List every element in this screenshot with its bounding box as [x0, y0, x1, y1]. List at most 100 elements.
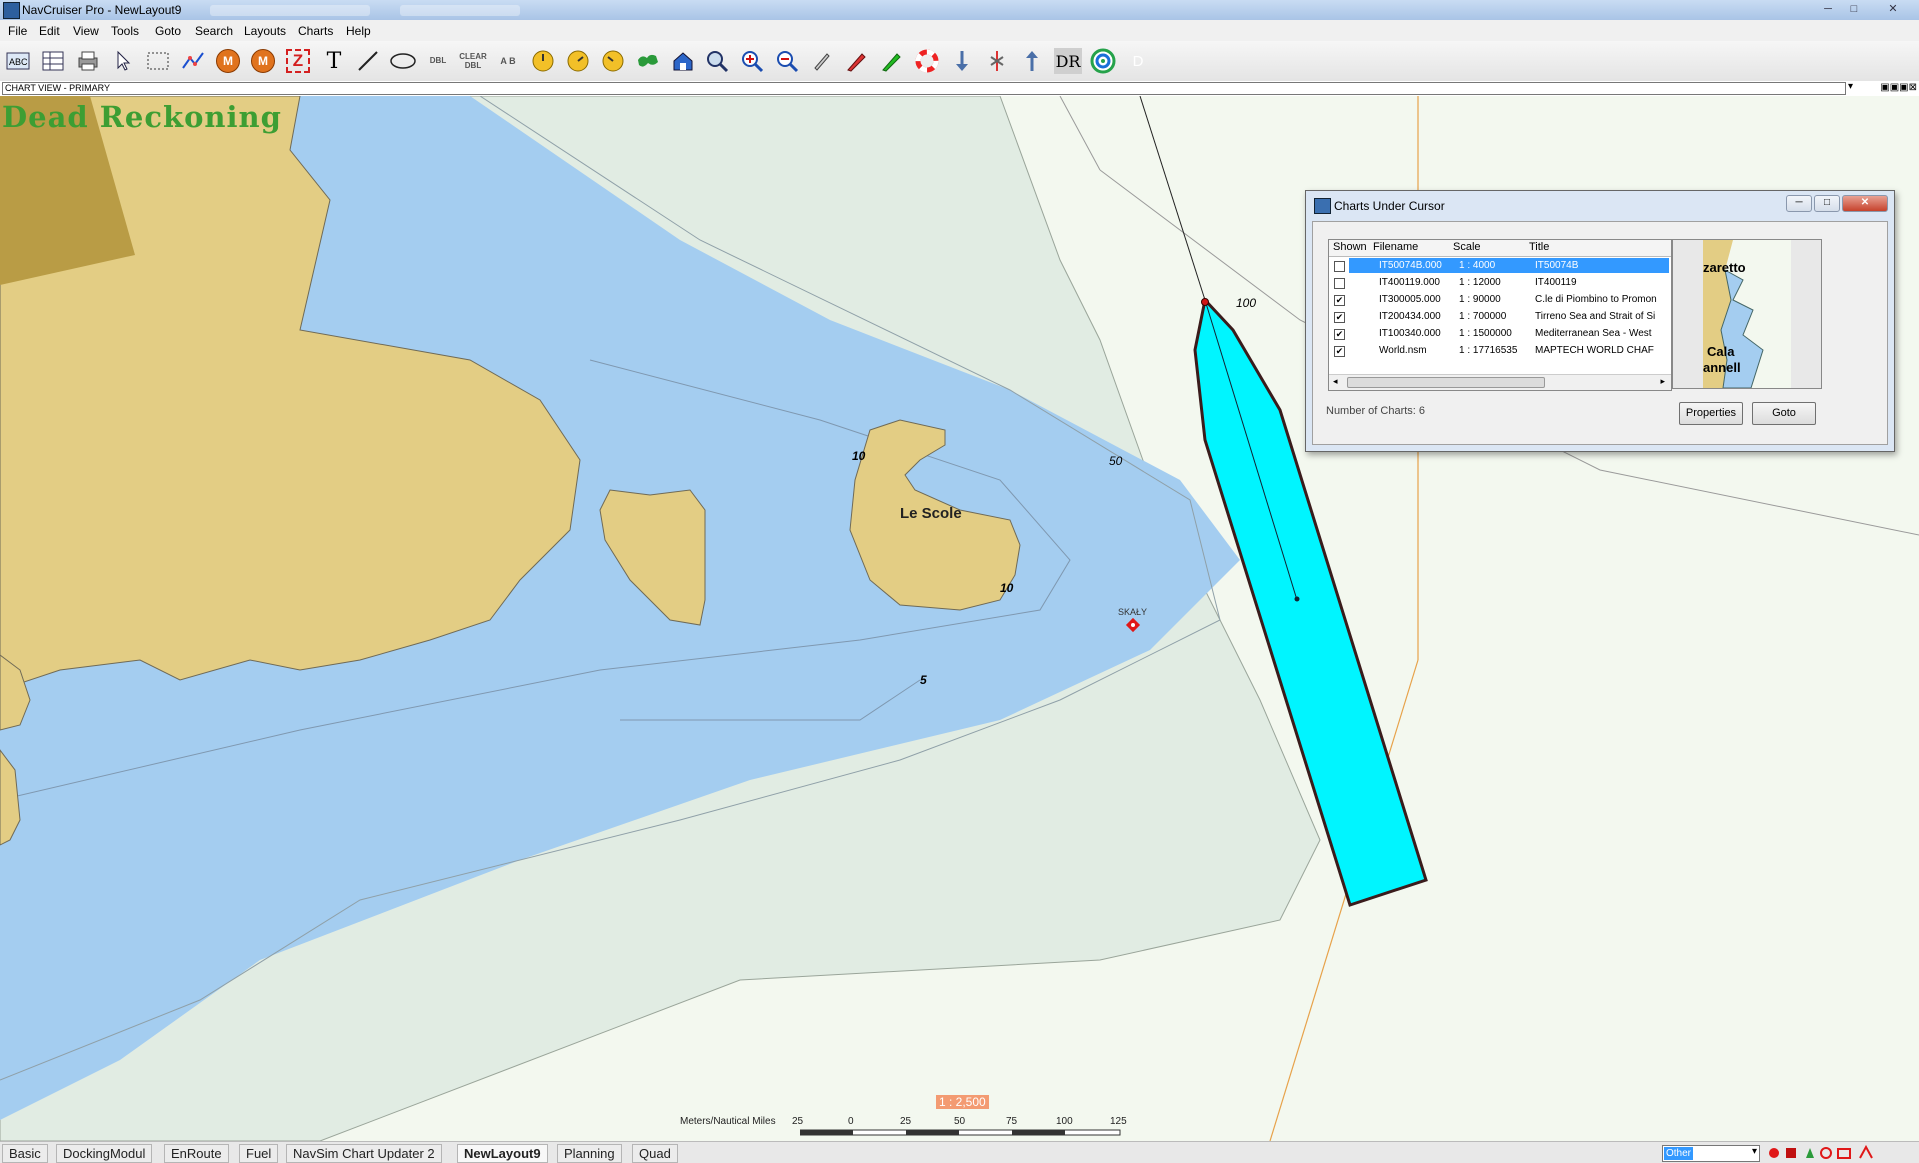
scroll-right-icon[interactable]: ▸ — [1660, 376, 1665, 387]
menu-help[interactable]: Help — [346, 24, 371, 38]
chart-view-bar: CHART VIEW - PRIMARY ▾ ▣▣▣⊠ — [0, 81, 1919, 97]
abc-icon[interactable]: ABC — [4, 48, 32, 74]
charts-list[interactable]: Shown Filename Scale Title IT50074B.000 … — [1328, 239, 1672, 391]
col-shown[interactable]: Shown — [1333, 241, 1367, 253]
table-row[interactable]: ✔ World.nsm 1 : 17716535 MAPTECH WORLD C… — [1329, 342, 1671, 359]
menu-file[interactable]: File — [8, 24, 27, 38]
row-scale: 1 : 1500000 — [1459, 328, 1512, 339]
zoom-in-icon[interactable] — [738, 48, 766, 74]
minimize-button[interactable]: ─ — [1816, 1, 1840, 17]
shown-checkbox[interactable]: ✔ — [1334, 329, 1345, 340]
pointer-icon[interactable] — [109, 48, 137, 74]
chart-preview: zaretto Cala annell — [1672, 239, 1822, 389]
text-tool-icon[interactable]: T — [320, 48, 348, 74]
menu-goto[interactable]: Goto — [155, 24, 181, 38]
home-icon[interactable] — [669, 48, 697, 74]
row-scale: 1 : 4000 — [1459, 260, 1496, 271]
print-icon[interactable] — [74, 48, 102, 74]
dialog-maximize-button[interactable]: □ — [1814, 195, 1840, 212]
tab-fuel[interactable]: Fuel — [239, 1144, 279, 1163]
pencil-icon[interactable] — [808, 48, 836, 74]
shown-checkbox[interactable]: ✔ — [1334, 295, 1345, 306]
chart-view-dropdown-icon[interactable]: ▾ — [1848, 81, 1853, 92]
ellipse-tool-icon[interactable] — [389, 48, 417, 74]
tab-basic[interactable]: Basic — [2, 1144, 48, 1163]
clear-dbl-icon[interactable]: CLEAR DBL — [459, 48, 487, 74]
tab-newlayout9[interactable]: NewLayout9 — [457, 1144, 548, 1163]
menu-layouts[interactable]: Layouts — [244, 24, 286, 38]
arrow-up-icon[interactable] — [1018, 48, 1046, 74]
shown-checkbox[interactable] — [1334, 278, 1345, 289]
menu-tools[interactable]: Tools — [111, 24, 139, 38]
toolbar: ABC M M Z T DBL CLEAR DBL A B DR D — [0, 41, 1919, 82]
row-scale: 1 : 90000 — [1459, 294, 1501, 305]
col-title[interactable]: Title — [1529, 241, 1549, 253]
mode-label: Dead Reckoning — [2, 100, 282, 134]
view-buttons[interactable]: ▣▣▣⊠ — [1880, 82, 1917, 93]
dr-mode-button[interactable]: DR — [1054, 48, 1082, 74]
timer2-icon[interactable] — [564, 48, 592, 74]
select-rect-icon[interactable] — [144, 48, 172, 74]
dialog-close-button[interactable]: ✕ — [1842, 195, 1888, 212]
preview-label: zaretto — [1703, 260, 1746, 275]
horizontal-scrollbar[interactable]: ◂ ▸ — [1329, 374, 1671, 390]
tab-planning[interactable]: Planning — [557, 1144, 622, 1163]
line-tool-icon[interactable] — [354, 48, 382, 74]
dialog-minimize-button[interactable]: ─ — [1786, 195, 1812, 212]
status-select[interactable]: Other ▾ — [1662, 1145, 1760, 1162]
split-icon[interactable] — [983, 48, 1011, 74]
tab-quad[interactable]: Quad — [632, 1144, 678, 1163]
timer3-icon[interactable] — [599, 48, 627, 74]
tab-navsim-chart-updater[interactable]: NavSim Chart Updater 2 — [286, 1144, 442, 1163]
table-row[interactable]: ✔ IT200434.000 1 : 700000 Tirreno Sea an… — [1329, 308, 1671, 325]
table-row[interactable]: ✔ IT100340.000 1 : 1500000 Mediterranean… — [1329, 325, 1671, 342]
range-ab-icon[interactable]: A B — [494, 48, 522, 74]
menu-view[interactable]: View — [73, 24, 99, 38]
dbl-label: DBL — [429, 56, 447, 65]
shown-checkbox[interactable] — [1334, 261, 1345, 272]
properties-button[interactable]: Properties — [1679, 402, 1743, 425]
mark-red-icon[interactable] — [843, 48, 871, 74]
chart-view-selector[interactable]: CHART VIEW - PRIMARY — [2, 82, 1846, 95]
table-row[interactable]: IT50074B.000 1 : 4000 IT50074B — [1329, 257, 1671, 274]
depth-label: 10 — [852, 449, 866, 463]
zoom-z-icon[interactable]: Z — [284, 48, 312, 74]
scroll-thumb[interactable] — [1347, 377, 1545, 388]
col-filename[interactable]: Filename — [1373, 241, 1418, 253]
maximize-button[interactable]: □ — [1842, 1, 1866, 17]
mark-green-icon[interactable] — [878, 48, 906, 74]
zoom-out-icon[interactable] — [773, 48, 801, 74]
radar-icon[interactable] — [1089, 48, 1117, 74]
chevron-down-icon[interactable]: ▾ — [1752, 1146, 1757, 1157]
row-title: C.le di Piombino to Promon — [1535, 294, 1657, 305]
dbl-route-icon[interactable]: DBL — [424, 48, 452, 74]
arrow-down-icon[interactable] — [948, 48, 976, 74]
row-scale: 1 : 17716535 — [1459, 345, 1518, 356]
tab-dockingmodul[interactable]: DockingModul — [56, 1144, 153, 1163]
timer-icon[interactable] — [529, 48, 557, 74]
world-icon[interactable] — [634, 48, 662, 74]
scroll-left-icon[interactable]: ◂ — [1333, 376, 1338, 387]
mark-m-icon[interactable]: M — [214, 48, 242, 74]
table-row[interactable]: IT400119.000 1 : 12000 IT400119 — [1329, 274, 1671, 291]
menu-search[interactable]: Search — [195, 24, 233, 38]
menu-edit[interactable]: Edit — [39, 24, 60, 38]
table-row[interactable]: ✔ IT300005.000 1 : 90000 C.le di Piombin… — [1329, 291, 1671, 308]
lifebuoy-icon[interactable] — [913, 48, 941, 74]
mark-m2-icon[interactable]: M — [249, 48, 277, 74]
goto-button[interactable]: Goto — [1752, 402, 1816, 425]
row-title: IT50074B — [1535, 260, 1579, 271]
tab-enroute[interactable]: EnRoute — [164, 1144, 229, 1163]
close-button[interactable]: ✕ — [1870, 1, 1916, 17]
menu-charts[interactable]: Charts — [298, 24, 333, 38]
shown-checkbox[interactable]: ✔ — [1334, 312, 1345, 323]
shown-checkbox[interactable]: ✔ — [1334, 346, 1345, 357]
depth-label: 100 — [1236, 296, 1257, 310]
dialog-app-icon — [1314, 198, 1331, 214]
table-icon[interactable] — [39, 48, 67, 74]
route-icon[interactable] — [179, 48, 207, 74]
menu-bar: File Edit View Tools Goto Search Layouts… — [0, 20, 1919, 41]
col-scale[interactable]: Scale — [1453, 241, 1481, 253]
zoom-region-icon[interactable] — [703, 48, 731, 74]
d-button[interactable]: D — [1124, 48, 1152, 74]
